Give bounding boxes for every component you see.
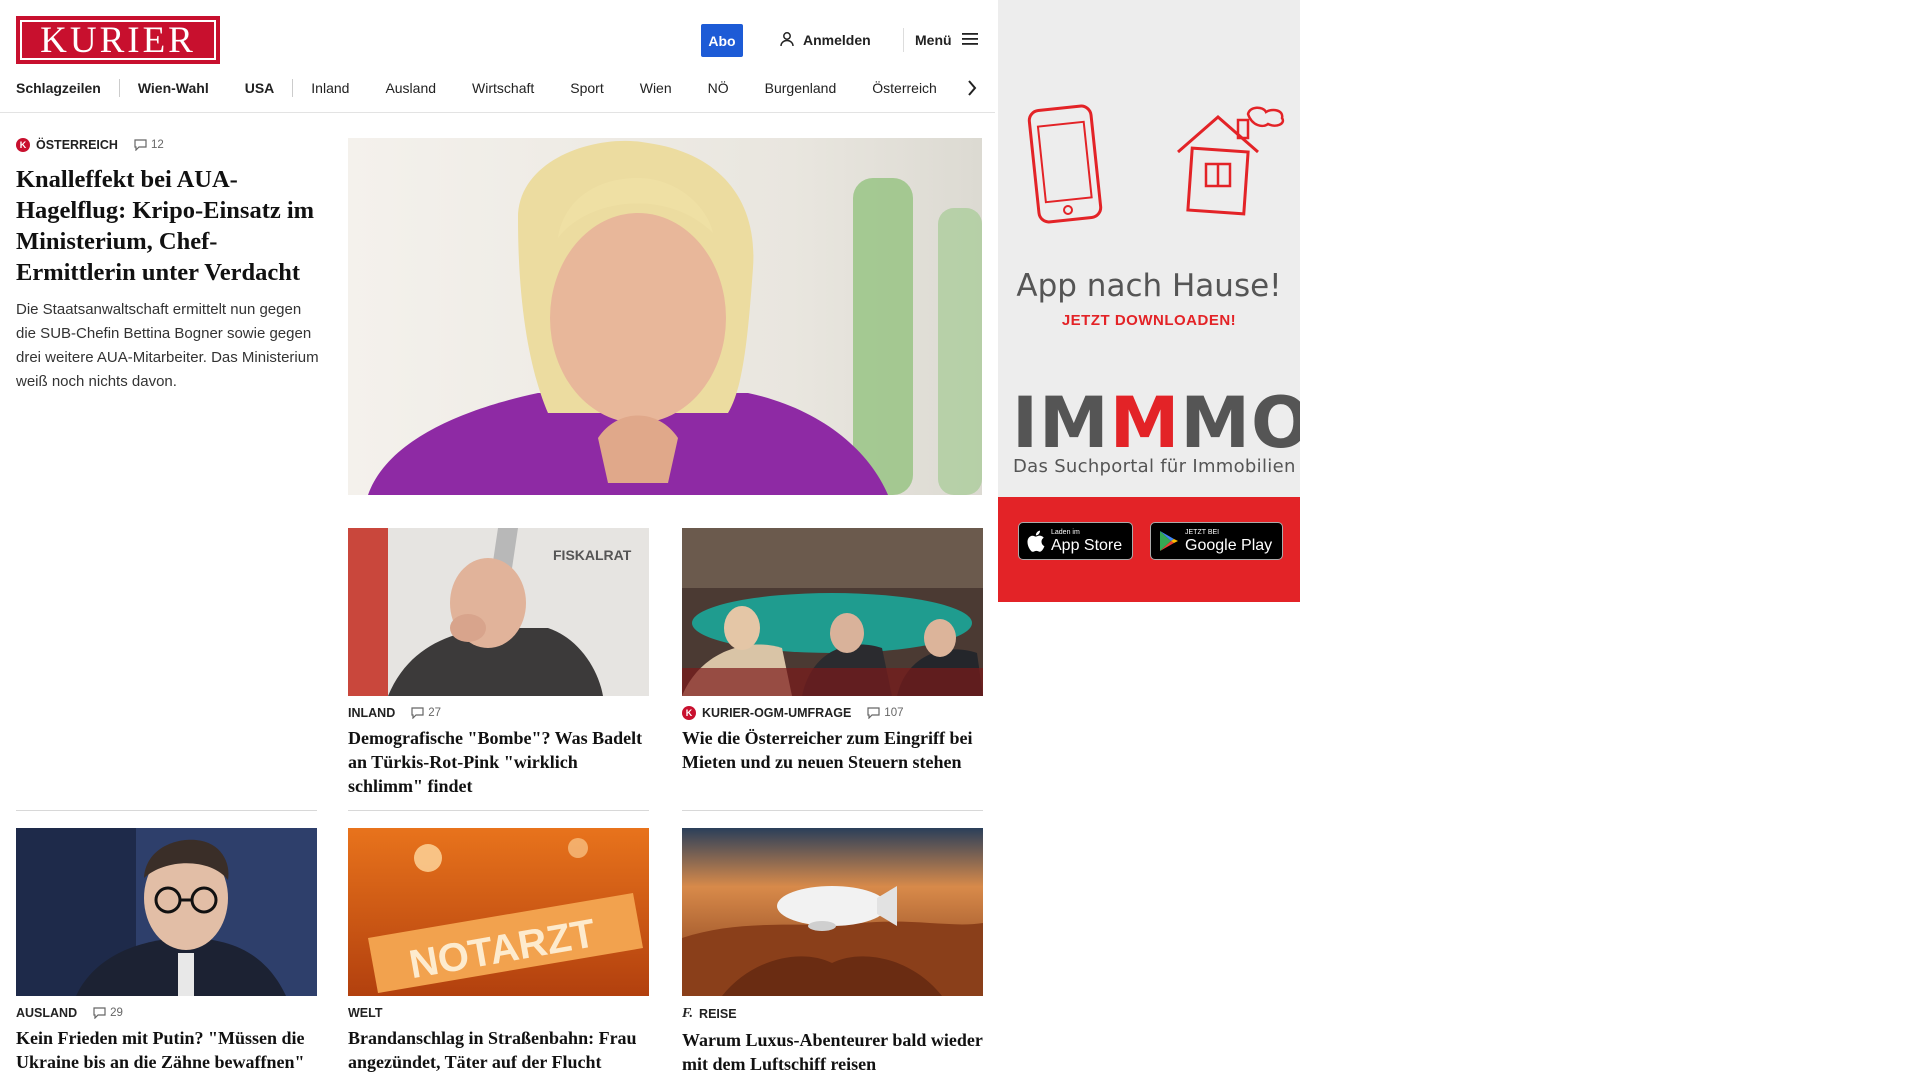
header-divider: [903, 28, 904, 52]
article-category[interactable]: WELT: [348, 1006, 382, 1020]
nav-scroll-right-icon[interactable]: [962, 76, 982, 100]
kurier-logo[interactable]: KURIER: [16, 16, 220, 64]
ad-title: App nach Hause!: [1016, 268, 1282, 304]
ad-cta[interactable]: JETZT DOWNLOADEN!: [998, 312, 1300, 329]
comment-count-value: 27: [428, 707, 442, 719]
nav-item-wien[interactable]: Wien: [622, 80, 690, 96]
house-icon: [1177, 106, 1285, 216]
google-play-label: JETZT BEI Google Play: [1185, 529, 1272, 554]
comment-icon: [93, 1007, 106, 1019]
article-card[interactable]: AUSLAND 29 Kein Frieden mit Putin? "Müss…: [16, 828, 317, 1074]
google-play-small-text: JETZT BEI: [1185, 528, 1220, 536]
category-nav: Schlagzeilen Wien-Wahl USA Inland Auslan…: [16, 76, 955, 100]
comment-count[interactable]: 12: [134, 139, 164, 151]
divider: [348, 810, 649, 811]
article-category[interactable]: AUSLAND: [16, 1006, 77, 1020]
immmo-ad-banner[interactable]: App nach Hause! JETZT DOWNLOADEN! IMMMO …: [998, 0, 1300, 602]
article-image[interactable]: [682, 828, 983, 996]
abo-button[interactable]: Abo: [701, 24, 743, 57]
login-label: Anmelden: [803, 32, 871, 48]
article-image[interactable]: [16, 828, 317, 996]
article-card[interactable]: NOTARZT WELT Brandanschlag in Straßenbah…: [348, 828, 649, 1074]
article-category[interactable]: KURIER-OGM-UMFRAGE: [702, 706, 851, 720]
comment-count[interactable]: 29: [93, 1007, 123, 1019]
google-play-big-text: Google Play: [1185, 536, 1273, 554]
article-card[interactable]: FISKALRAT INLAND 27 Demografische "Bombe…: [348, 528, 649, 798]
article-image[interactable]: FISKALRAT: [348, 528, 649, 696]
article-meta: K ÖSTERREICH 12: [16, 138, 322, 152]
nav-item-usa[interactable]: USA: [227, 80, 293, 96]
logo-text: KURIER: [20, 20, 216, 60]
lead-article[interactable]: K ÖSTERREICH 12 Knalleffekt bei AUA-Hage…: [16, 138, 322, 394]
app-store-button[interactable]: Laden im App Store: [1018, 522, 1133, 560]
menu-label: Menü: [915, 32, 952, 48]
article-meta: AUSLAND 29: [16, 1006, 317, 1020]
immmo-subtitle: Das Suchportal für Immobilien: [1013, 456, 1296, 477]
immmo-logo-prefix: IM: [1012, 382, 1110, 464]
article-headline[interactable]: Wie die Österreicher zum Eingriff bei Mi…: [682, 726, 983, 774]
article-image[interactable]: [682, 528, 983, 696]
app-store-small-text: Laden im: [1051, 528, 1080, 536]
article-category[interactable]: ÖSTERREICH: [36, 138, 118, 152]
comment-count[interactable]: 107: [867, 707, 903, 719]
site-header: KURIER Abo Anmelden Menü Schlagzeilen Wi…: [0, 0, 995, 113]
menu-button[interactable]: Menü: [915, 30, 978, 50]
article-meta: WELT: [348, 1006, 649, 1020]
divider: [682, 810, 983, 811]
comment-count-value: 12: [150, 139, 164, 151]
lead-teaser: Die Staatsanwaltschaft ermittelt nun geg…: [16, 301, 319, 390]
nav-item-oesterreich[interactable]: Österreich: [854, 80, 955, 96]
app-store-big-text: App Store: [1051, 536, 1123, 554]
image-label: FISKALRAT: [553, 547, 632, 563]
nav-item-wien-wahl[interactable]: Wien-Wahl: [120, 80, 227, 96]
apple-icon: [1027, 530, 1045, 552]
kurier-k-icon: K: [682, 706, 696, 720]
immmo-logo-suffix: MO: [1180, 382, 1300, 464]
nav-item-ausland[interactable]: Ausland: [367, 80, 454, 96]
comment-icon: [867, 707, 880, 719]
article-category[interactable]: REISE: [699, 1007, 737, 1021]
google-play-button[interactable]: JETZT BEI Google Play: [1150, 522, 1283, 560]
lead-image[interactable]: [348, 138, 982, 495]
comment-count-value: 107: [884, 707, 904, 719]
google-play-icon: [1160, 531, 1178, 551]
nav-item-burgenland[interactable]: Burgenland: [747, 80, 855, 96]
immmo-logo-red: M: [1109, 382, 1181, 464]
phone-icon: [1027, 104, 1103, 224]
comment-count[interactable]: 27: [411, 707, 441, 719]
nav-item-schlagzeilen[interactable]: Schlagzeilen: [16, 80, 119, 96]
article-headline[interactable]: Kein Frieden mit Putin? "Müssen die Ukra…: [16, 1026, 317, 1074]
article-meta: f. REISE: [682, 1006, 983, 1022]
article-category[interactable]: INLAND: [348, 706, 395, 720]
nav-item-inland[interactable]: Inland: [293, 80, 367, 96]
app-store-label: Laden im App Store: [1051, 529, 1122, 554]
comment-count-value: 29: [110, 1007, 123, 1019]
article-image[interactable]: NOTARZT: [348, 828, 649, 996]
article-meta: K KURIER-OGM-UMFRAGE 107: [682, 706, 983, 720]
lead-headline[interactable]: Knalleffekt bei AUA-Hagelflug: Kripo-Ein…: [16, 164, 322, 288]
article-headline[interactable]: Demografische "Bombe"? Was Badelt an Tür…: [348, 726, 649, 798]
article-headline[interactable]: Warum Luxus-Abenteurer bald wieder mit d…: [682, 1028, 983, 1076]
article-card[interactable]: K KURIER-OGM-UMFRAGE 107 Wie die Österre…: [682, 528, 983, 774]
user-icon: [779, 31, 795, 50]
nav-item-noe[interactable]: NÖ: [690, 80, 747, 96]
login-button[interactable]: Anmelden: [779, 30, 871, 50]
nav-item-sport[interactable]: Sport: [552, 80, 621, 96]
divider: [16, 810, 317, 811]
kurier-k-icon: K: [16, 138, 30, 152]
article-card[interactable]: f. REISE Warum Luxus-Abenteurer bald wie…: [682, 828, 983, 1076]
nav-item-wirtschaft[interactable]: Wirtschaft: [454, 80, 552, 96]
article-meta: INLAND 27: [348, 706, 649, 720]
comment-icon: [134, 139, 147, 151]
article-headline[interactable]: Brandanschlag in Straßenbahn: Frau angez…: [348, 1026, 649, 1074]
immmo-logo: IMMMO: [1012, 388, 1300, 458]
hamburger-icon: [961, 32, 978, 49]
plus-f-icon: f.: [682, 1006, 694, 1021]
comment-icon: [411, 707, 424, 719]
